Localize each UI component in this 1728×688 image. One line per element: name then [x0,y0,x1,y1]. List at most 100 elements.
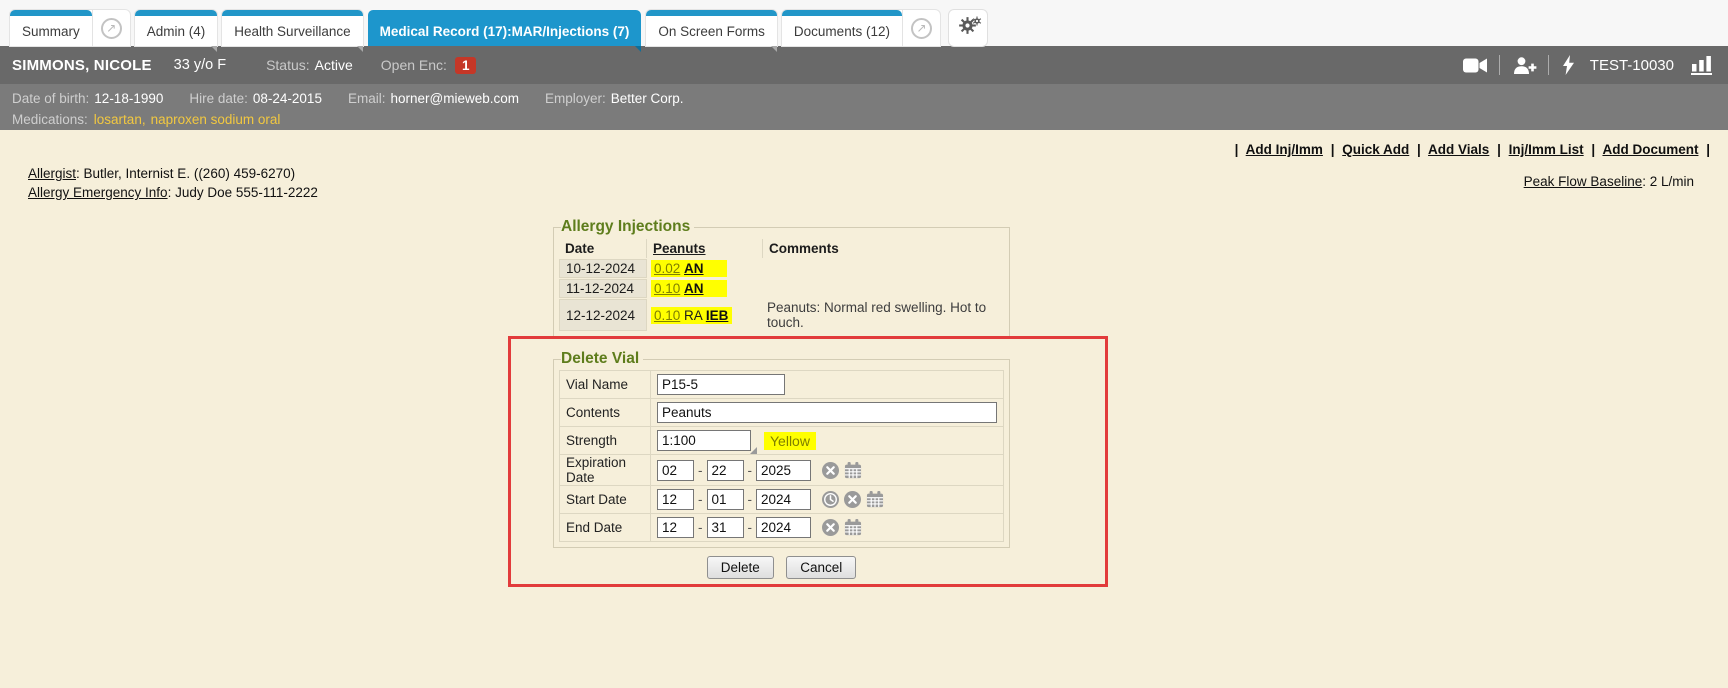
tab-admin[interactable]: Admin (4) [135,10,218,46]
expiration-year-input[interactable] [756,460,811,481]
reaction-code-link[interactable]: AN [684,261,704,276]
date-separator: - [748,492,753,507]
date-separator: - [748,520,753,535]
tab-summary[interactable]: Summary ↗ [10,10,130,46]
tab-summary-popout[interactable]: ↗ [92,10,130,46]
peak-flow-baseline-link[interactable]: Peak Flow Baseline [1524,174,1643,189]
clear-date-icon[interactable] [822,462,839,479]
injection-comment: Peanuts: Normal red swelling. Hot to tou… [763,299,1004,331]
employer-value: Better Corp. [611,91,684,106]
status-label: Status: [266,57,310,73]
start-month-input[interactable] [657,489,694,510]
medication-link-losartan[interactable]: losartan [94,112,142,127]
dose-link[interactable]: 0.10 [654,308,680,323]
injection-comment [763,259,1004,278]
flowsheet-chart-icon[interactable] [1691,55,1714,75]
allergist-text: : Butler, Internist E. ((260) 459-6270) [76,166,295,181]
link-separator: | [1413,142,1425,157]
calendar-icon[interactable] [866,491,884,508]
end-date-label: End Date [560,514,651,542]
injection-date: 11-12-2024 [559,279,647,298]
reaction-code-link[interactable]: IEB [706,308,729,323]
peanuts-column-link[interactable]: Peanuts [653,241,706,256]
start-year-input[interactable] [756,489,811,510]
allergy-emergency-info-link[interactable]: Allergy Emergency Info [28,185,168,200]
contents-label: Contents [560,399,651,427]
tab-documents-popout[interactable]: ↗ [902,10,940,46]
add-inj-imm-link[interactable]: Add Inj/Imm [1246,142,1323,157]
allergy-emergency-text: : Judy Doe 555-111-2222 [168,185,318,200]
date-separator: - [698,492,703,507]
tab-documents[interactable]: Documents (12) ↗ [782,10,940,46]
end-day-input[interactable] [707,517,744,538]
tab-on-screen-forms[interactable]: On Screen Forms [646,10,777,46]
calendar-icon[interactable] [844,462,862,479]
column-header-peanuts: Peanuts [647,239,763,258]
tab-health-surveillance-label: Health Surveillance [234,24,350,39]
tab-health-surveillance[interactable]: Health Surveillance [222,10,362,46]
email-label: Email: [348,91,386,106]
allergy-injections-legend: Allergy Injections [561,218,694,236]
add-person-icon[interactable] [1513,57,1537,74]
link-separator: | [1493,142,1505,157]
vial-name-input[interactable] [657,374,785,395]
start-day-input[interactable] [707,489,744,510]
clear-date-icon[interactable] [822,519,839,536]
injection-entry-highlight: 0.02 AN [651,260,727,277]
patient-age-sex: 33 y/o F [174,57,226,73]
clock-icon[interactable] [822,491,839,508]
form-buttons: Delete Cancel [553,556,1010,579]
tab-corner-fold-icon [357,46,363,52]
open-encounter-badge[interactable]: 1 [455,57,477,74]
tab-admin-label: Admin (4) [147,24,206,39]
start-date-label: Start Date [560,486,651,514]
clear-date-icon[interactable] [844,491,861,508]
add-vials-link[interactable]: Add Vials [1428,142,1489,157]
link-separator: | [1231,142,1243,157]
tab-settings-button[interactable] [949,10,987,46]
medication-link-naproxen[interactable]: naproxen sodium oral [151,112,281,127]
patient-info-bar: Date of birth:12-18-1990 Hire date:08-24… [0,84,1728,130]
tab-corner-fold-icon [771,46,777,52]
injection-date: 10-12-2024 [559,259,647,278]
dose-link[interactable]: 0.02 [654,261,680,276]
end-year-input[interactable] [756,517,811,538]
strength-input[interactable] [657,430,751,451]
date-separator: - [698,463,703,478]
status-value: Active [315,57,353,73]
end-month-input[interactable] [657,517,694,538]
link-separator: | [1327,142,1339,157]
dose-link[interactable]: 0.10 [654,281,680,296]
email-value: horner@mieweb.com [390,91,519,106]
dob-label: Date of birth: [12,91,89,106]
expiration-day-input[interactable] [707,460,744,481]
video-camera-icon[interactable] [1463,57,1488,74]
delete-button[interactable]: Delete [707,556,774,579]
add-document-link[interactable]: Add Document [1602,142,1698,157]
employer-label: Employer: [545,91,606,106]
divider [1548,55,1549,75]
tab-medical-record[interactable]: Medical Record (17):MAR/Injections (7) [368,10,642,46]
calendar-icon[interactable] [844,519,862,536]
contents-input[interactable] [657,402,997,423]
injection-comment [763,279,1004,298]
expiration-month-input[interactable] [657,460,694,481]
lightning-bolt-icon[interactable] [1562,55,1575,75]
injection-row: 12-12-2024 0.10 RA IEB Peanuts: Normal r… [559,299,1004,331]
column-header-date: Date [559,239,647,258]
delete-vial-panel: Delete Vial Vial Name Contents Strength … [553,350,1010,548]
expiration-date-label: Expiration Date [560,455,651,486]
inj-imm-list-link[interactable]: Inj/Imm List [1509,142,1584,157]
patient-header-bar: SIMMONS, NICOLE 33 y/o F Status: Active … [0,46,1728,84]
reaction-code-link[interactable]: AN [684,281,704,296]
external-link-icon: ↗ [911,18,932,39]
external-link-icon: ↗ [101,18,122,39]
date-separator: - [698,520,703,535]
injection-date: 12-12-2024 [559,299,647,331]
patient-name: SIMMONS, NICOLE [12,57,152,74]
cancel-button[interactable]: Cancel [786,556,856,579]
tab-summary-label: Summary [22,24,80,39]
quick-add-link[interactable]: Quick Add [1342,142,1409,157]
allergist-link[interactable]: Allergist [28,166,76,181]
link-separator: | [1587,142,1599,157]
